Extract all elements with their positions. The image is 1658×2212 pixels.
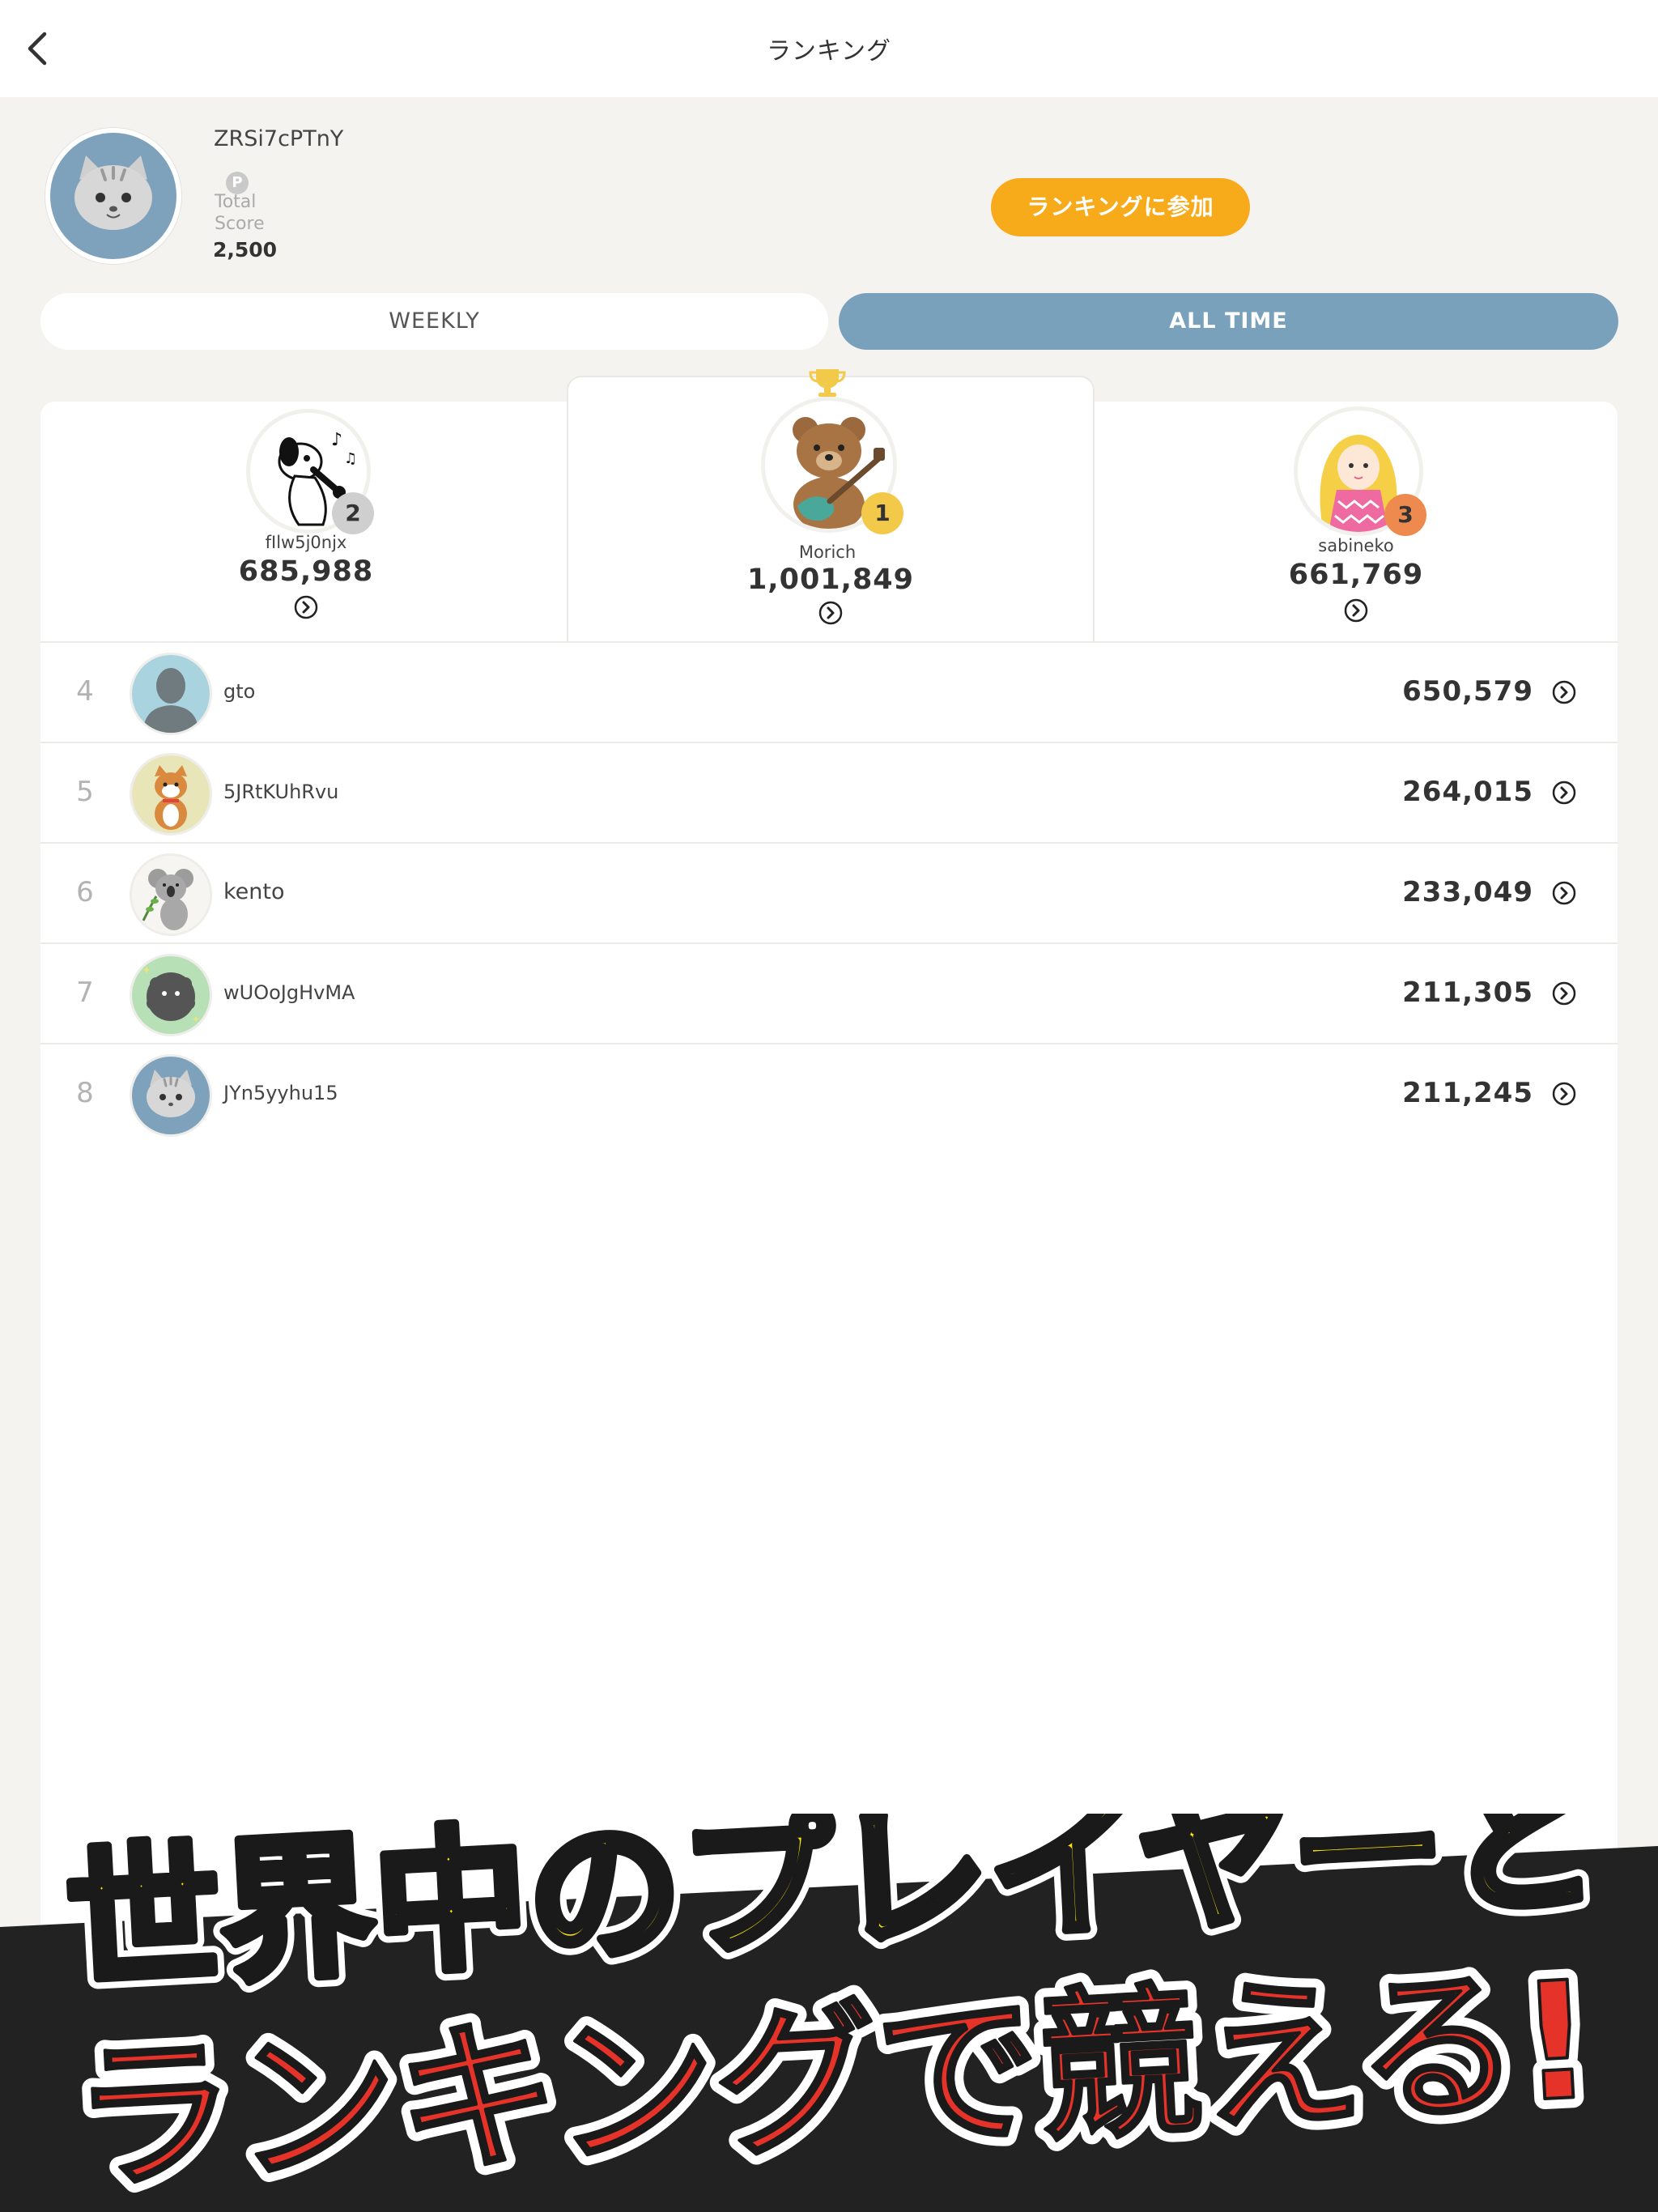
- row-avatar: [130, 1054, 212, 1137]
- profile-username: ZRSi7cPTnY: [214, 126, 344, 151]
- row-rank: 5: [76, 776, 94, 808]
- trophy-icon: [809, 369, 846, 397]
- user-avatar[interactable]: [45, 128, 181, 264]
- tab-weekly[interactable]: WEEKLY: [40, 293, 828, 350]
- row-arrow-icon[interactable]: [1551, 679, 1577, 705]
- row-rank: 6: [76, 876, 94, 908]
- page-title: ランキング: [766, 37, 892, 66]
- default-person-avatar-icon: [132, 655, 210, 733]
- row-rank: 4: [76, 675, 94, 708]
- row-avatar: ✦ ✦: [130, 954, 212, 1036]
- row-arrow-icon[interactable]: [1551, 780, 1577, 806]
- row-arrow-icon[interactable]: [1551, 981, 1577, 1006]
- join-ranking-button[interactable]: ランキングに参加: [991, 178, 1250, 236]
- promo-graphic: 世界中のプレイヤーと 世界中のプレイヤーと ランキングで競える! ランキングで競…: [0, 1814, 1658, 2212]
- shiba-dog-avatar-icon: [132, 755, 210, 833]
- podium-3-name: sabineko: [1318, 536, 1394, 555]
- koala-avatar-icon: [132, 856, 210, 934]
- row-avatar: [130, 653, 212, 735]
- total-score-value: 2,500: [213, 238, 278, 262]
- nav-bar: ランキング: [0, 0, 1658, 97]
- podium-2-score: 685,988: [238, 555, 374, 588]
- row-name: 5JRtKUhRvu: [223, 781, 339, 803]
- promo-banner: 世界中のプレイヤーと 世界中のプレイヤーと ランキングで競える! ランキングで競…: [0, 1814, 1658, 2212]
- svg-text:✦: ✦: [192, 1014, 200, 1025]
- cat-avatar-icon: [50, 133, 176, 259]
- podium-1-score: 1,001,849: [746, 564, 915, 596]
- row-avatar: [130, 753, 212, 836]
- total-score-label: Total Score: [215, 192, 265, 234]
- divider: [40, 942, 1618, 944]
- row-rank: 8: [76, 1077, 94, 1109]
- podium-2-rank-badge: 2: [332, 492, 374, 534]
- svg-text:✦: ✦: [142, 964, 151, 977]
- podium-1-arrow-icon[interactable]: [818, 600, 844, 626]
- divider: [40, 842, 1618, 844]
- divider: [40, 641, 1618, 643]
- row-arrow-icon[interactable]: [1551, 1081, 1577, 1107]
- row-score: 233,049: [1402, 876, 1533, 908]
- svg-text:♪: ♪: [331, 430, 342, 450]
- svg-text:♫: ♫: [344, 450, 357, 467]
- row-name: gto: [223, 680, 256, 703]
- fluffy-creature-avatar-icon: ✦ ✦: [132, 956, 210, 1034]
- row-score: 211,305: [1402, 976, 1533, 1009]
- row-name: JYn5yyhu15: [223, 1082, 338, 1104]
- podium-1-name: Morich: [798, 542, 857, 562]
- podium-3-arrow-icon[interactable]: [1343, 598, 1369, 623]
- row-avatar: [130, 853, 212, 936]
- podium-3-score: 661,769: [1288, 559, 1424, 591]
- divider: [40, 742, 1618, 743]
- row-name: wUOoJgHvMA: [223, 981, 355, 1004]
- row-rank: 7: [76, 976, 94, 1009]
- tab-all-time[interactable]: ALL TIME: [839, 293, 1618, 350]
- podium-2-name: fIlw5j0njx: [265, 533, 347, 552]
- row-score: 650,579: [1402, 675, 1533, 708]
- cat-avatar-icon: [132, 1057, 210, 1134]
- row-name: kento: [223, 879, 285, 904]
- podium-2-arrow-icon[interactable]: [293, 594, 319, 620]
- row-arrow-icon[interactable]: [1551, 880, 1577, 906]
- podium-1-rank-badge: 1: [861, 492, 903, 534]
- podium-3-rank-badge: 3: [1384, 494, 1426, 536]
- row-score: 264,015: [1402, 776, 1533, 808]
- divider: [40, 1043, 1618, 1044]
- row-score: 211,245: [1402, 1077, 1533, 1109]
